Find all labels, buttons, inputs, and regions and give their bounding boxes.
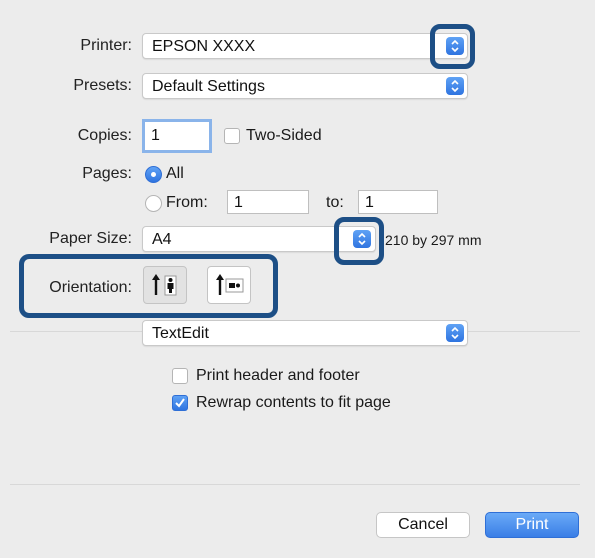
two-sided-label: Two-Sided [246,127,322,144]
printer-popup[interactable]: EPSON XXXX [142,33,468,59]
app-section-popup[interactable]: TextEdit [142,320,468,346]
pages-all-label: All [166,165,184,182]
paper-size-popup-highlight [334,217,384,265]
footer-divider [10,484,580,485]
pages-all-radio[interactable] [145,166,162,183]
pages-from-radio[interactable] [145,195,162,212]
copies-field[interactable]: 1 [142,119,212,153]
print-header-footer-label: Print header and footer [196,367,360,384]
rewrap-contents-label: Rewrap contents to fit page [196,394,391,411]
app-section-value: TextEdit [152,325,209,342]
printer-value: EPSON XXXX [152,38,256,55]
pages-to-label: to: [326,194,344,211]
presets-popup[interactable]: Default Settings [142,73,468,99]
chevron-updown-icon [446,77,464,95]
landscape-orientation-icon [216,274,244,295]
printer-popup-highlight [430,24,475,69]
paper-size-value: A4 [152,231,172,248]
orientation-portrait-button[interactable] [143,266,187,304]
printer-label: Printer: [80,37,132,54]
chevron-updown-icon [446,324,464,342]
rewrap-contents-checkbox[interactable] [172,395,188,411]
print-dialog: Printer: EPSON XXXX Presets: Default Set… [0,0,595,558]
print-header-footer-checkbox[interactable] [172,368,188,384]
paper-size-label: Paper Size: [49,230,132,247]
pages-to-field[interactable]: 1 [358,190,438,214]
copies-label: Copies: [77,127,132,144]
copies-value: 1 [151,127,160,144]
pages-from-label: From: [166,194,208,211]
two-sided-checkbox[interactable] [224,128,240,144]
paper-size-dimensions: 210 by 297 mm [385,232,482,248]
presets-label: Presets: [73,77,132,94]
pages-to-value: 1 [365,194,374,211]
checkmark-icon [175,398,185,408]
presets-value: Default Settings [152,78,265,95]
pages-label: Pages: [82,165,132,182]
cancel-button[interactable]: Cancel [376,512,470,538]
print-button[interactable]: Print [485,512,579,538]
pages-from-value: 1 [234,194,243,211]
orientation-label: Orientation: [49,279,132,296]
orientation-landscape-button[interactable] [207,266,251,304]
pages-from-field[interactable]: 1 [227,190,309,214]
portrait-orientation-icon [152,274,177,296]
